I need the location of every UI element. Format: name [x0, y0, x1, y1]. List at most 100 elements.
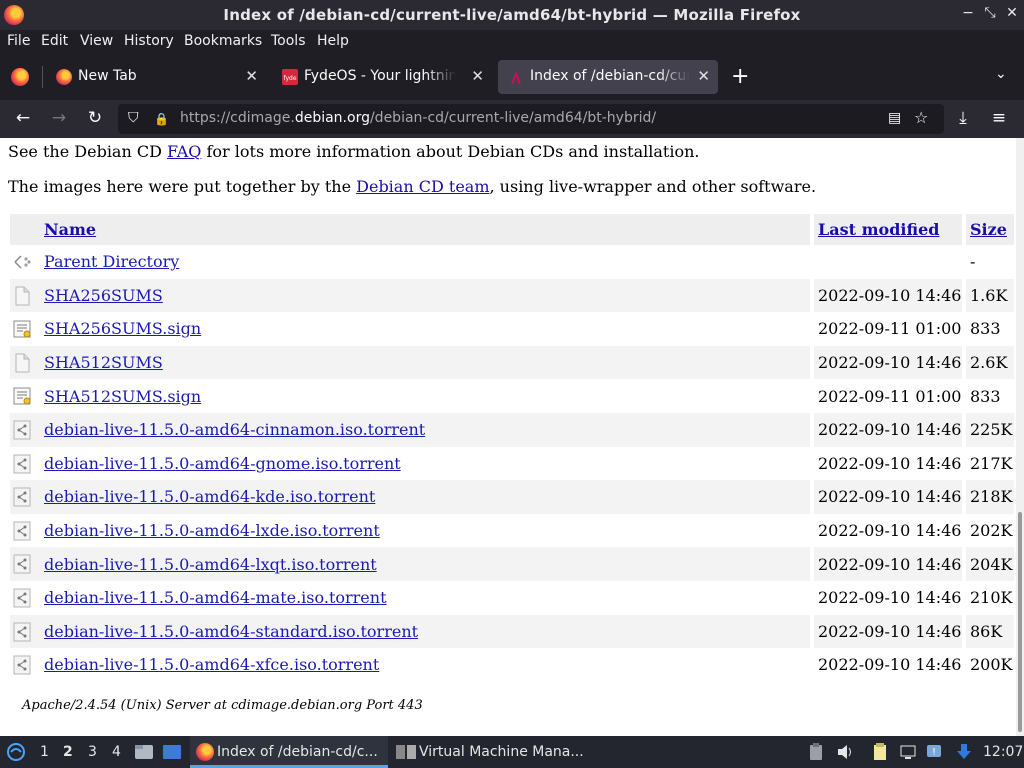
tracking-protection-shield-icon[interactable]: ⛉ — [128, 110, 139, 126]
torrent-file-icon — [12, 587, 32, 608]
task-firefox[interactable]: Index of /debian-cd/c... — [190, 736, 388, 768]
menu-edit[interactable]: Edit — [41, 33, 68, 49]
table-row: SHA256SUMS.sign 2022-09-11 01:00 833 — [10, 312, 1014, 346]
sort-by-name-link[interactable]: Name — [44, 220, 96, 239]
file-link[interactable]: debian-live-11.5.0-amd64-standard.iso.to… — [44, 622, 418, 641]
file-link[interactable]: debian-live-11.5.0-amd64-gnome.iso.torre… — [44, 454, 401, 473]
new-tab-button[interactable]: + — [731, 64, 749, 89]
workspace-4[interactable]: 4 — [112, 744, 121, 760]
debian-cd-team-link[interactable]: Debian CD team — [356, 177, 489, 196]
file-modified-cell: 2022-09-10 14:46 — [814, 412, 966, 447]
workspace-2[interactable]: 2 — [63, 744, 73, 760]
window-title: Index of /debian-cd/current-live/amd64/b… — [223, 6, 801, 24]
tab-close-icon[interactable]: ✕ — [697, 67, 710, 85]
file-name-cell: debian-live-11.5.0-amd64-lxqt.iso.torren… — [40, 547, 814, 581]
file-link[interactable]: debian-live-11.5.0-amd64-cinnamon.iso.to… — [44, 420, 425, 439]
table-row: SHA512SUMS.sign 2022-09-11 01:00 833 — [10, 379, 1014, 413]
fydeos-icon: fyde — [282, 69, 298, 85]
file-link[interactable]: debian-live-11.5.0-amd64-mate.iso.torren… — [44, 588, 387, 607]
desktop-icon[interactable] — [162, 744, 182, 760]
volume-icon[interactable] — [836, 743, 852, 761]
menu-tools[interactable]: Tools — [271, 33, 306, 49]
url-prefix: https://cdimage. — [180, 110, 295, 126]
file-link[interactable]: SHA512SUMS — [44, 353, 163, 372]
parent-directory-icon — [12, 252, 32, 271]
file-modified-cell — [814, 245, 966, 279]
file-link[interactable]: Parent Directory — [44, 252, 179, 271]
table-row: SHA512SUMS 2022-09-10 14:46 2.6K — [10, 345, 1014, 380]
window-titlebar: Index of /debian-cd/current-live/amd64/b… — [0, 0, 1024, 30]
file-link[interactable]: debian-live-11.5.0-amd64-xfce.iso.torren… — [44, 655, 379, 674]
file-link[interactable]: SHA256SUMS — [44, 286, 163, 305]
file-icon-cell — [10, 379, 40, 413]
file-name-cell: SHA512SUMS.sign — [40, 379, 814, 413]
forward-button[interactable]: → — [48, 108, 70, 128]
menu-file[interactable]: File — [7, 33, 30, 49]
notes-icon[interactable] — [872, 743, 888, 761]
back-button[interactable]: ← — [12, 108, 34, 128]
task-label: Index of /debian-cd/c... — [217, 744, 378, 760]
intro-text: for lots more information about Debian C… — [201, 142, 700, 161]
start-menu-icon[interactable] — [6, 742, 26, 762]
lock-icon[interactable]: 🔒 — [154, 112, 169, 126]
table-header-row: Name Last modified Size — [10, 214, 1014, 245]
task-virtual-machine-manager[interactable]: Virtual Machine Mana... — [390, 736, 590, 768]
url-text[interactable]: https://cdimage.debian.org/debian-cd/cur… — [180, 110, 656, 126]
torrent-file-icon — [12, 655, 32, 675]
minimize-button[interactable]: − — [960, 5, 976, 21]
clipboard-icon[interactable] — [808, 743, 824, 761]
tab-close-icon[interactable]: ✕ — [471, 67, 484, 85]
file-icon-cell — [10, 648, 40, 682]
sort-by-modified-link[interactable]: Last modified — [818, 220, 939, 239]
taskbar: 1 2 3 4 Index of /debian-cd/c... Virtual… — [0, 736, 1024, 768]
virt-manager-icon — [396, 745, 416, 759]
file-link[interactable]: debian-live-11.5.0-amd64-kde.iso.torrent — [44, 487, 375, 506]
file-size-cell: 204K — [966, 547, 1014, 581]
reload-button[interactable]: ↻ — [84, 108, 106, 128]
firefox-icon — [196, 743, 214, 761]
restore-button[interactable]: ⤡ — [982, 5, 998, 21]
menu-bookmarks[interactable]: Bookmarks — [184, 33, 262, 49]
menu-history[interactable]: History — [124, 33, 174, 49]
faq-link[interactable]: FAQ — [167, 142, 201, 161]
intro-text: , using live-wrapper and other software. — [489, 177, 817, 196]
file-link[interactable]: SHA256SUMS.sign — [44, 319, 201, 338]
file-name-cell: debian-live-11.5.0-amd64-mate.iso.torren… — [40, 580, 814, 615]
tab-debian-index[interactable]: Index of /debian-cd/current-live ✕ — [498, 60, 718, 94]
file-listing-table: Name Last modified Size Parent Directory… — [10, 214, 1014, 682]
firefox-view-icon[interactable] — [11, 68, 29, 86]
tab-close-icon[interactable]: ✕ — [245, 67, 258, 85]
file-size-cell: 225K — [966, 412, 1014, 447]
file-name-cell: debian-live-11.5.0-amd64-cinnamon.iso.to… — [40, 412, 814, 447]
downloads-button[interactable]: ⤓ — [952, 108, 974, 128]
list-all-tabs-button[interactable]: ⌄ — [995, 66, 1007, 82]
file-link[interactable]: SHA512SUMS.sign — [44, 387, 201, 406]
bookmark-star-icon[interactable]: ☆ — [914, 108, 928, 127]
workspace-1[interactable]: 1 — [40, 744, 49, 760]
file-name-cell: debian-live-11.5.0-amd64-lxde.iso.torren… — [40, 513, 814, 548]
notification-icon[interactable]: ! — [926, 743, 942, 761]
file-modified-cell: 2022-09-10 14:46 — [814, 345, 966, 380]
app-menu-button[interactable]: ≡ — [988, 108, 1010, 128]
intro-text: The images here were put together by the — [8, 177, 357, 196]
sort-by-size-link[interactable]: Size — [970, 220, 1007, 239]
workspace-3[interactable]: 3 — [88, 744, 97, 760]
scrollbar-thumb[interactable] — [1018, 512, 1022, 732]
file-link[interactable]: debian-live-11.5.0-amd64-lxde.iso.torren… — [44, 521, 380, 540]
url-bar[interactable]: ⛉ 🔒 https://cdimage.debian.org/debian-cd… — [118, 104, 944, 134]
file-modified-cell: 2022-09-10 14:46 — [814, 614, 966, 649]
file-name-cell: SHA512SUMS — [40, 345, 814, 380]
display-icon[interactable] — [900, 743, 916, 761]
menu-help[interactable]: Help — [317, 33, 349, 49]
file-manager-icon[interactable] — [134, 744, 154, 760]
reader-view-icon[interactable]: ▤ — [888, 110, 901, 126]
tab-fydeos[interactable]: fyde FydeOS - Your lightning-fast ✕ — [272, 60, 492, 94]
close-window-button[interactable]: ✕ — [1004, 5, 1020, 21]
menu-view[interactable]: View — [80, 33, 113, 49]
intro-faq-paragraph: See the Debian CD FAQ for lots more info… — [8, 142, 699, 161]
download-update-icon[interactable] — [956, 743, 972, 761]
file-link[interactable]: debian-live-11.5.0-amd64-lxqt.iso.torren… — [44, 555, 377, 574]
torrent-file-icon — [12, 621, 32, 642]
tab-new-tab[interactable]: New Tab ✕ — [46, 60, 266, 94]
page-scrollbar[interactable] — [1016, 138, 1024, 736]
